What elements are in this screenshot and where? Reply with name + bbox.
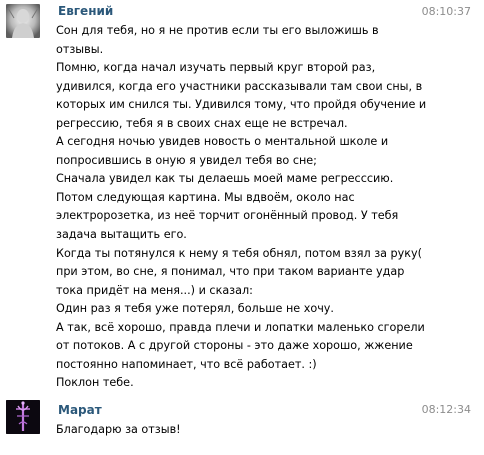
message-line: тока придёт на меня...) и сказал: — [56, 283, 253, 297]
message-line: которых им снился ты. Удивился тому, что… — [56, 98, 427, 112]
message-line: электророзетка, из неё торчит огонённый … — [56, 209, 399, 223]
message-line: при этом, во сне, я понимал, что при так… — [56, 265, 405, 279]
message-line: Один раз я тебя уже потерял, больше не х… — [56, 302, 334, 316]
message-line: Когда ты потянулся к нему я тебя обнял, … — [56, 246, 423, 260]
message-line: отзывы. — [56, 42, 104, 56]
message-line: Потом следующая картина. Мы вдвоём, окол… — [56, 190, 355, 204]
message-line: постоянно напоминает, что всё работает. … — [56, 357, 317, 371]
message-author[interactable]: Марат — [58, 403, 102, 417]
message-line: регрессию, тебя я в своих снах еще не вс… — [56, 116, 348, 130]
message-text: Сон для тебя, но я не против если ты его… — [56, 22, 476, 393]
message-line: Сначала увидел как ты делаешь моей маме … — [56, 172, 394, 186]
message-line: А сегодня ночью увидев новость о менталь… — [56, 135, 389, 149]
message-line: Сон для тебя, но я не против если ты его… — [56, 24, 379, 37]
message-item: Евгений 08:10:37 Сон для тебя, но я не п… — [0, 0, 484, 395]
purple-symbol-avatar-icon — [6, 400, 40, 434]
avatar[interactable] — [6, 4, 40, 38]
message-line: Поклон тебе. — [56, 376, 134, 390]
message-author[interactable]: Евгений — [58, 4, 113, 18]
message-item: Марат 08:12:34 Благодарю за отзыв! — [0, 396, 484, 455]
message-line: Благодарю за отзыв! — [56, 423, 181, 436]
message-line: Помню, когда начал изучать первый круг в… — [56, 61, 376, 75]
message-line: от потоков. А с другой стороны - это даж… — [56, 339, 413, 353]
message-time: 08:12:34 — [421, 403, 471, 416]
message-time: 08:10:37 — [421, 5, 471, 18]
message-line: А так, всё хорошо, правда плечи и лопатк… — [56, 320, 425, 334]
message-line: задача вытащить его. — [56, 228, 187, 242]
message-line: попросившись в оную я увидел тебя во сне… — [56, 153, 317, 167]
message-text: Благодарю за отзыв! — [56, 421, 476, 440]
person-photo-avatar-icon — [6, 4, 40, 38]
message-line: удивился, когда его участники рассказыва… — [56, 79, 423, 93]
avatar[interactable] — [6, 400, 40, 434]
